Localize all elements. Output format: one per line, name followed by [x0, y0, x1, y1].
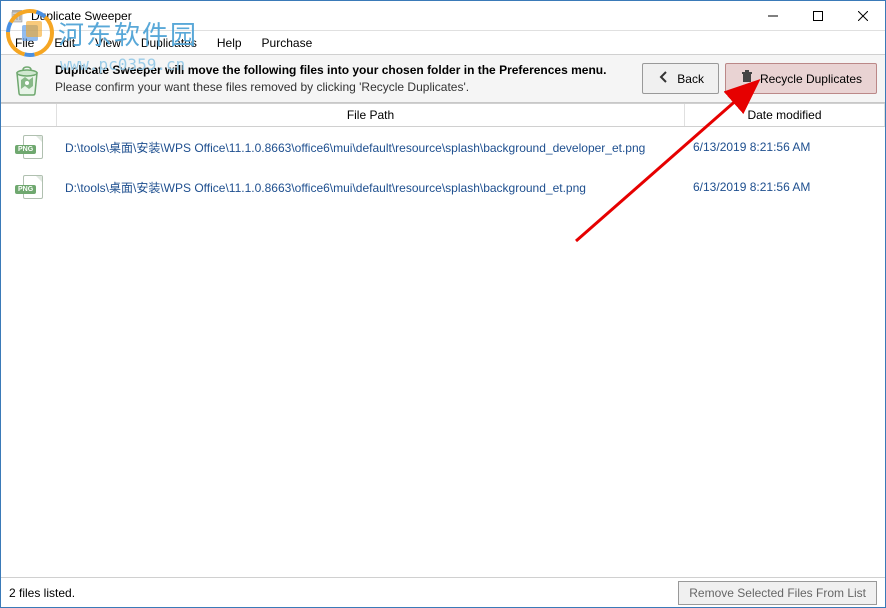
column-header-date[interactable]: Date modified	[685, 104, 885, 126]
menu-help[interactable]: Help	[207, 34, 252, 52]
banner-text: Duplicate Sweeper will move the followin…	[55, 62, 642, 96]
table-row[interactable]: PNG D:\tools\桌面\安装\WPS Office\11.1.0.866…	[1, 127, 885, 167]
back-button[interactable]: Back	[642, 63, 719, 94]
title-bar: Duplicate Sweeper	[1, 1, 885, 31]
menu-purchase[interactable]: Purchase	[252, 34, 323, 52]
table-header: File Path Date modified	[1, 103, 885, 127]
close-button[interactable]	[840, 1, 885, 30]
window-title: Duplicate Sweeper	[31, 9, 750, 23]
status-bar: 2 files listed. Remove Selected Files Fr…	[1, 577, 885, 607]
column-header-icon[interactable]	[1, 104, 57, 126]
window-controls	[750, 1, 885, 30]
recycle-bin-icon	[9, 61, 45, 97]
column-header-path[interactable]: File Path	[57, 104, 685, 126]
back-button-label: Back	[677, 72, 704, 86]
banner-subtext: Please confirm your want these files rem…	[55, 79, 642, 96]
remove-selected-button[interactable]: Remove Selected Files From List	[678, 581, 877, 605]
status-text: 2 files listed.	[9, 586, 75, 600]
table-row[interactable]: PNG D:\tools\桌面\安装\WPS Office\11.1.0.866…	[1, 167, 885, 207]
file-type-icon: PNG	[1, 175, 57, 199]
menu-view[interactable]: View	[85, 34, 131, 52]
info-banner: Duplicate Sweeper will move the followin…	[1, 55, 885, 103]
file-path-cell: D:\tools\桌面\安装\WPS Office\11.1.0.8663\of…	[57, 179, 685, 196]
menu-edit[interactable]: Edit	[44, 34, 85, 52]
file-date-cell: 6/13/2019 8:21:56 AM	[685, 140, 885, 154]
file-path-cell: D:\tools\桌面\安装\WPS Office\11.1.0.8663\of…	[57, 139, 685, 156]
maximize-button[interactable]	[795, 1, 840, 30]
app-icon	[9, 8, 25, 24]
file-date-cell: 6/13/2019 8:21:56 AM	[685, 180, 885, 194]
menu-bar: File Edit View Duplicates Help Purchase	[1, 31, 885, 55]
banner-headline: Duplicate Sweeper will move the followin…	[55, 62, 642, 79]
table-body: PNG D:\tools\桌面\安装\WPS Office\11.1.0.866…	[1, 127, 885, 565]
menu-duplicates[interactable]: Duplicates	[131, 34, 207, 52]
png-badge: PNG	[15, 145, 36, 154]
back-arrow-icon	[657, 70, 671, 87]
trash-icon	[740, 70, 754, 87]
png-badge: PNG	[15, 185, 36, 194]
menu-file[interactable]: File	[5, 34, 44, 52]
recycle-button-label: Recycle Duplicates	[760, 72, 862, 86]
recycle-duplicates-button[interactable]: Recycle Duplicates	[725, 63, 877, 94]
file-type-icon: PNG	[1, 135, 57, 159]
banner-buttons: Back Recycle Duplicates	[642, 63, 877, 94]
minimize-button[interactable]	[750, 1, 795, 30]
